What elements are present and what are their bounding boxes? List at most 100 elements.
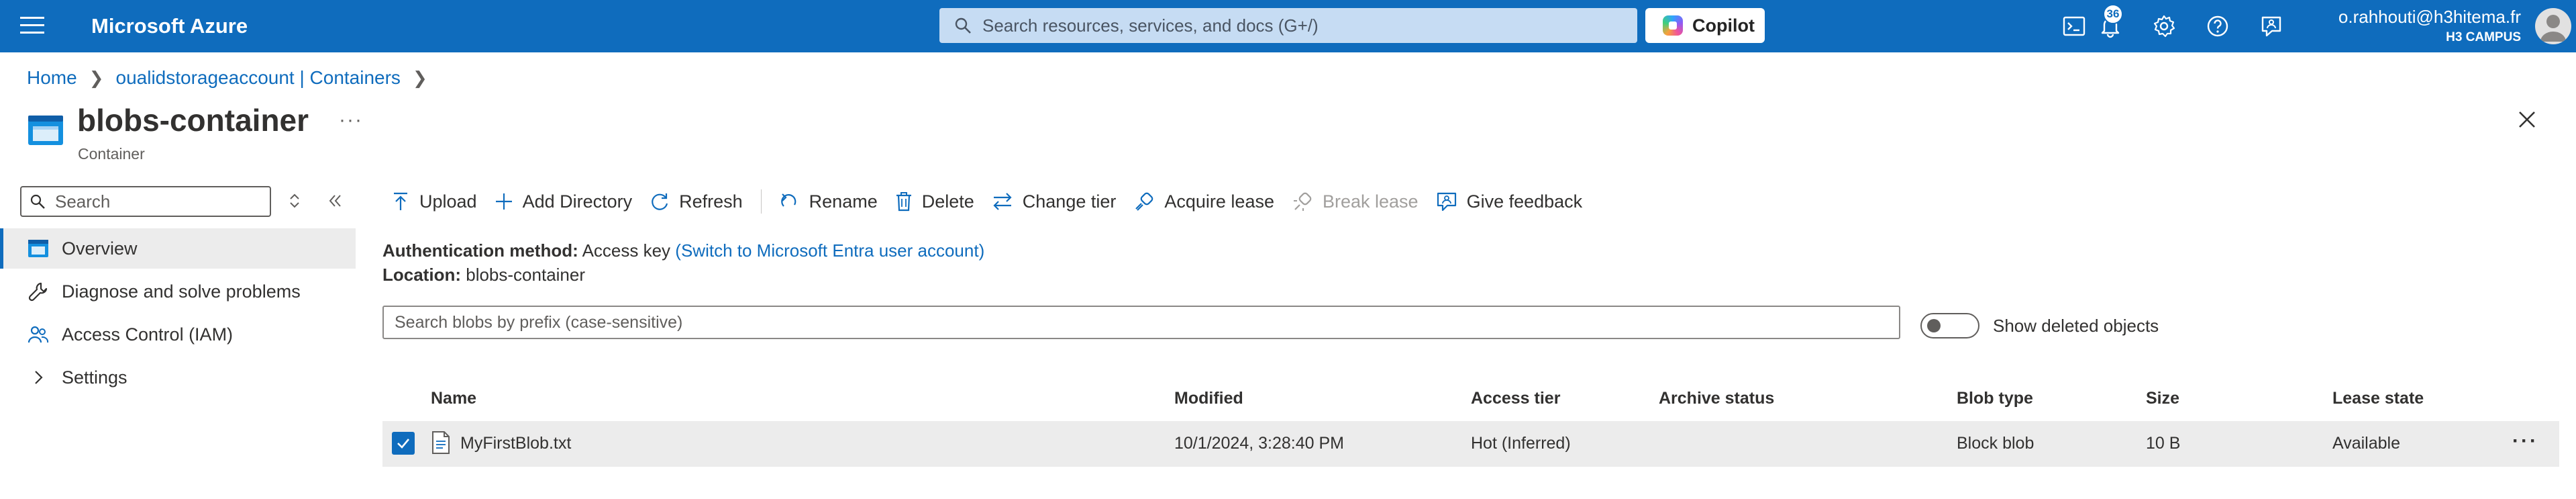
auth-method-value: Access key: [582, 240, 671, 261]
copilot-icon: [1663, 15, 1683, 36]
cloud-shell-icon[interactable]: [2061, 13, 2087, 39]
breadcrumb-storage-account-containers[interactable]: oualidstorageaccount | Containers: [116, 67, 401, 89]
sidebar-item-label: Access Control (IAM): [62, 324, 234, 345]
nav-search-placeholder: Search: [55, 191, 111, 212]
blob-access-tier: Hot (Inferred): [1471, 434, 1571, 453]
column-header-archive-status[interactable]: Archive status: [1659, 389, 1774, 408]
blob-modified: 10/1/2024, 3:28:40 PM: [1174, 434, 1344, 453]
top-bar: Microsoft Azure Search resources, servic…: [0, 0, 2576, 52]
location-label: Location:: [382, 265, 461, 285]
show-deleted-toggle[interactable]: [1920, 313, 1979, 338]
menu-icon[interactable]: [20, 17, 44, 36]
account-email: o.rahhouti@h3hitema.fr: [2338, 7, 2521, 27]
overview-icon: [27, 237, 50, 260]
refresh-button[interactable]: Refresh: [641, 181, 752, 222]
row-checkbox[interactable]: [392, 432, 415, 455]
help-icon[interactable]: [2205, 13, 2230, 39]
toggle-knob: [1927, 319, 1941, 332]
upload-button[interactable]: Upload: [382, 181, 486, 222]
breadcrumb-home[interactable]: Home: [27, 67, 77, 89]
chevron-right-icon: [27, 366, 50, 389]
column-header-name[interactable]: Name: [431, 389, 476, 408]
column-header-lease-state[interactable]: Lease state: [2332, 389, 2424, 408]
toolbar-divider: [760, 189, 762, 214]
sidebar-item-overview[interactable]: Overview: [0, 228, 356, 269]
notification-count-badge[interactable]: 36: [2103, 4, 2123, 24]
rename-label: Rename: [809, 191, 878, 212]
refresh-label: Refresh: [679, 191, 743, 212]
acquire-lease-label: Acquire lease: [1164, 191, 1274, 212]
container-location: Location: blobs-container: [382, 265, 585, 285]
rename-button[interactable]: Rename: [771, 181, 886, 222]
global-search-input[interactable]: Search resources, services, and docs (G+…: [939, 8, 1637, 43]
feedback-icon: [1437, 192, 1456, 212]
brand-title[interactable]: Microsoft Azure: [91, 14, 248, 38]
give-feedback-button[interactable]: Give feedback: [1427, 181, 1592, 222]
page-title: blobs-container: [77, 103, 309, 138]
column-header-size[interactable]: Size: [2146, 389, 2179, 408]
account-tenant: H3 CAMPUS: [2446, 30, 2521, 44]
avatar[interactable]: [2535, 8, 2571, 44]
chevron-right-icon: ❯: [412, 67, 427, 88]
delete-button[interactable]: Delete: [886, 181, 983, 222]
nav-search-input[interactable]: Search: [20, 186, 271, 217]
copilot-label: Copilot: [1692, 15, 1755, 36]
more-options-button[interactable]: ···: [339, 109, 363, 132]
account-menu[interactable]: o.rahhouti@h3hitema.fr H3 CAMPUS: [2338, 7, 2521, 45]
acquire-lease-button[interactable]: Acquire lease: [1125, 181, 1283, 222]
wrench-icon: [27, 280, 50, 303]
blob-type: Block blob: [1957, 434, 2034, 453]
command-bar: Upload Add Directory Refresh Rename Dele…: [382, 181, 1591, 222]
authentication-method: Authentication method: Access key (Switc…: [382, 240, 984, 261]
sidebar-item-label: Settings: [62, 367, 127, 388]
add-directory-label: Add Directory: [522, 191, 633, 212]
sort-icon[interactable]: [285, 191, 305, 211]
search-icon: [955, 17, 971, 34]
break-lease-label: Break lease: [1322, 191, 1419, 212]
global-search-placeholder: Search resources, services, and docs (G+…: [982, 15, 1319, 36]
blob-search-placeholder: Search blobs by prefix (case-sensitive): [395, 312, 683, 332]
auth-method-label: Authentication method:: [382, 240, 578, 261]
sidebar-item-settings[interactable]: Settings: [0, 357, 356, 398]
column-header-modified[interactable]: Modified: [1174, 389, 1243, 408]
refresh-icon: [652, 193, 668, 210]
column-header-blob-type[interactable]: Blob type: [1957, 389, 2033, 408]
delete-label: Delete: [921, 191, 974, 212]
plus-icon: [495, 193, 512, 210]
show-deleted-label: Show deleted objects: [1993, 316, 2159, 336]
add-directory-button[interactable]: Add Directory: [486, 181, 641, 222]
sidebar-item-label: Diagnose and solve problems: [62, 281, 301, 302]
column-header-access-tier[interactable]: Access tier: [1471, 389, 1560, 408]
blob-prefix-search-input[interactable]: Search blobs by prefix (case-sensitive): [382, 306, 1900, 339]
breadcrumb: Home ❯ oualidstorageaccount | Containers…: [27, 67, 440, 89]
give-feedback-label: Give feedback: [1466, 191, 1583, 212]
feedback-icon[interactable]: [2259, 13, 2284, 39]
search-icon: [30, 194, 45, 209]
row-more-options-button[interactable]: ···: [2512, 430, 2538, 453]
trash-icon: [896, 192, 911, 212]
checkmark-icon: [397, 439, 409, 449]
change-tier-button[interactable]: Change tier: [983, 181, 1125, 222]
link-icon: [1135, 192, 1153, 211]
blob-size: 10 B: [2146, 434, 2181, 453]
close-icon[interactable]: [2515, 107, 2539, 132]
sidebar-item-label: Overview: [62, 238, 138, 259]
blob-name-link[interactable]: MyFirstBlob.txt: [460, 434, 571, 453]
rename-icon: [780, 193, 796, 207]
copilot-button[interactable]: Copilot: [1645, 8, 1765, 43]
break-lease-button[interactable]: Break lease: [1283, 181, 1427, 222]
collapse-nav-icon[interactable]: [325, 191, 345, 211]
sidebar-item-diagnose[interactable]: Diagnose and solve problems: [0, 271, 356, 312]
file-icon: [432, 431, 450, 454]
sidebar-item-access-control[interactable]: Access Control (IAM): [0, 314, 356, 355]
settings-icon[interactable]: [2151, 13, 2177, 39]
swap-icon: [993, 193, 1012, 210]
page-subtitle: Container: [78, 145, 145, 163]
chevron-right-icon: ❯: [89, 67, 104, 88]
switch-auth-link[interactable]: (Switch to Microsoft Entra user account): [675, 240, 984, 261]
location-value: blobs-container: [466, 265, 586, 285]
upload-label: Upload: [419, 191, 477, 212]
container-icon: [28, 116, 63, 145]
people-icon: [27, 323, 50, 346]
blob-lease-state: Available: [2332, 434, 2401, 453]
